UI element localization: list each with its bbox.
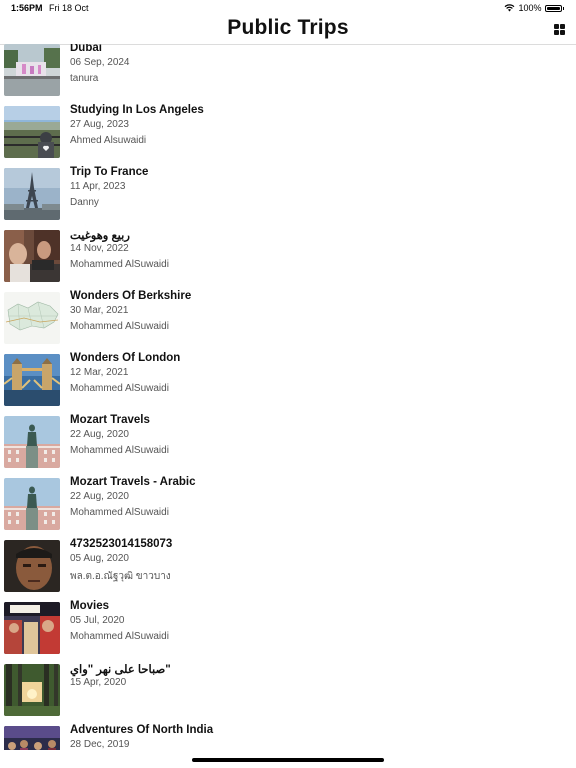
people-at-table-photo	[4, 230, 60, 282]
trip-date: 12 Mar, 2021	[70, 367, 129, 378]
trip-owner: tanura	[70, 73, 99, 84]
trip-row[interactable]: Wonders Of Berkshire 30 Mar, 2021 Mohamm…	[0, 290, 576, 348]
battery-icon	[544, 4, 562, 12]
statue-square-photo	[4, 478, 60, 530]
trip-owner: Mohammed AlSuwaidi	[70, 383, 169, 394]
trip-title: Studying In Los Angeles	[70, 104, 204, 116]
trip-title: Wonders Of Berkshire	[70, 290, 192, 302]
trip-row[interactable]: 4732523014158073 05 Aug, 2020 พล.ต.อ.ณัฐ…	[0, 538, 576, 596]
trip-row[interactable]: Mozart Travels - Arabic 22 Aug, 2020 Moh…	[0, 476, 576, 534]
trip-date: 15 Apr, 2020	[70, 677, 127, 688]
trip-title: Dubai	[70, 44, 102, 54]
trip-owner: Mohammed AlSuwaidi	[70, 259, 169, 270]
trip-list[interactable]: Dubai 06 Sep, 2024 tanura Studying In Lo…	[0, 44, 576, 750]
trip-owner: Danny	[70, 197, 99, 208]
navigation-bar: Public Trips	[0, 14, 576, 45]
trip-row[interactable]: Movies 05 Jul, 2020 Mohammed AlSuwaidi	[0, 600, 576, 658]
trip-date: 30 Mar, 2021	[70, 305, 129, 316]
trip-title: ربيع وهوغيت	[70, 230, 130, 242]
crowd-night-photo	[4, 726, 60, 750]
trip-title: Movies	[70, 600, 109, 612]
trip-title: Adventures Of North India	[70, 724, 214, 736]
status-indicators: 100%	[504, 3, 564, 13]
trip-date: 22 Aug, 2020	[70, 491, 129, 502]
trip-title: Trip To France	[70, 166, 149, 178]
trip-row[interactable]: Wonders Of London 12 Mar, 2021 Mohammed …	[0, 352, 576, 410]
forest-sunset-photo	[4, 664, 60, 716]
trip-date: 06 Sep, 2024	[70, 57, 130, 68]
dubai-fountain-photo	[4, 44, 60, 96]
trip-title: Mozart Travels	[70, 414, 150, 426]
wifi-icon	[505, 4, 515, 12]
trip-row[interactable]: Trip To France 11 Apr, 2023 Danny	[0, 166, 576, 224]
trip-title: صباحا على نهر "واي"	[70, 664, 171, 676]
trip-date: 28 Dec, 2019	[70, 739, 130, 750]
trip-row[interactable]: Adventures Of North India 28 Dec, 2019	[0, 724, 576, 750]
battery-percent: 100%	[518, 3, 542, 13]
trip-date: 22 Aug, 2020	[70, 429, 129, 440]
trip-row[interactable]: ربيع وهوغيت 14 Nov, 2022 Mohammed AlSuwa…	[0, 230, 576, 286]
trip-date: 14 Nov, 2022	[70, 243, 129, 254]
trip-date: 05 Aug, 2020	[70, 553, 129, 564]
trip-date: 27 Aug, 2023	[70, 119, 129, 130]
grid-icon[interactable]	[554, 24, 565, 35]
trip-title: 4732523014158073	[70, 538, 173, 550]
statue-square-photo	[4, 416, 60, 468]
trip-row[interactable]: صباحا على نهر "واي" 15 Apr, 2020	[0, 664, 576, 720]
trip-owner: Mohammed AlSuwaidi	[70, 507, 169, 518]
map-photo	[4, 292, 60, 344]
trip-owner: Mohammed AlSuwaidi	[70, 321, 169, 332]
page-title: Public Trips	[227, 16, 349, 39]
city-view-photo	[4, 106, 60, 158]
status-date: Fri 18 Oct	[49, 3, 89, 13]
trip-date: 11 Apr, 2023	[70, 181, 126, 192]
trip-date: 05 Jul, 2020	[70, 615, 125, 626]
portrait-photo	[4, 540, 60, 592]
trip-owner: Mohammed AlSuwaidi	[70, 445, 169, 456]
home-indicator[interactable]	[192, 758, 384, 762]
status-time: 1:56PM	[11, 3, 43, 13]
trip-owner: พล.ต.อ.ณัฐวุฒิ ขาวบาง	[70, 571, 171, 582]
trip-row[interactable]: Studying In Los Angeles 27 Aug, 2023 Ahm…	[0, 104, 576, 162]
tower-bridge-photo	[4, 354, 60, 406]
trip-owner: Ahmed Alsuwaidi	[70, 135, 147, 146]
trip-title: Mozart Travels - Arabic	[70, 476, 196, 488]
eiffel-tower-photo	[4, 168, 60, 220]
trip-owner: Mohammed AlSuwaidi	[70, 631, 169, 642]
trip-row[interactable]: Dubai 06 Sep, 2024 tanura	[0, 44, 576, 100]
movie-poster-photo	[4, 602, 60, 654]
trip-title: Wonders Of London	[70, 352, 181, 364]
battery-tip	[562, 6, 564, 10]
trip-row[interactable]: Mozart Travels 22 Aug, 2020 Mohammed AlS…	[0, 414, 576, 472]
